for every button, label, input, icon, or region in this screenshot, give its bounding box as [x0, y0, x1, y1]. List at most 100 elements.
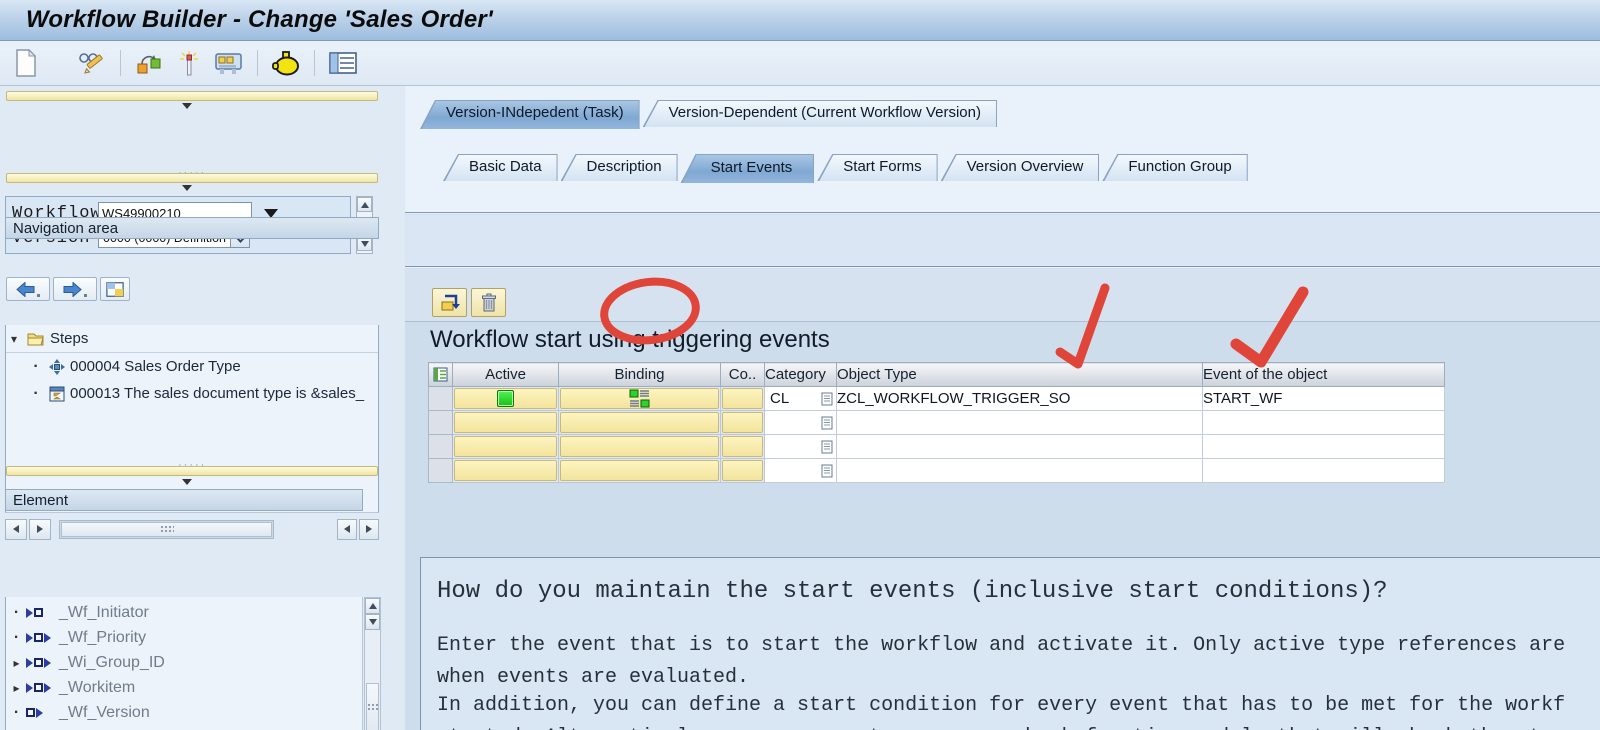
col-header-category[interactable]: Category — [764, 362, 837, 387]
parameter-import-export-icon — [26, 632, 56, 643]
value-help-icon[interactable] — [821, 464, 833, 478]
insert-line-button[interactable] — [432, 288, 467, 317]
scroll-left-button[interactable] — [5, 518, 27, 540]
table-view-button[interactable] — [327, 47, 359, 79]
forward-arrow-icon — [63, 281, 82, 297]
collapse-caret-icon[interactable] — [182, 479, 192, 485]
tab-version-independent[interactable]: Version-INdepedent (Task) — [420, 100, 640, 129]
scrollbar-thumb[interactable] — [61, 521, 272, 537]
col-header-object-type[interactable]: Object Type — [836, 362, 1203, 387]
active-cell[interactable] — [452, 410, 559, 435]
table-view-icon — [329, 52, 357, 74]
table-row — [428, 410, 1445, 435]
tab-version-dependent[interactable]: Version-Dependent (Current Workflow Vers… — [642, 100, 997, 127]
table-row: CL ZCL_WORKFLOW_TRIGGER_SO START_WF — [428, 386, 1445, 411]
collapse-caret-icon[interactable] — [182, 185, 192, 191]
category-cell[interactable]: CL — [764, 386, 837, 411]
value-help-icon[interactable] — [821, 440, 833, 454]
row-selector[interactable] — [428, 434, 453, 459]
binding-cell[interactable] — [558, 434, 721, 459]
tab-basic-data[interactable]: Basic Data — [443, 154, 558, 181]
active-toggle-icon[interactable] — [497, 390, 514, 407]
tree-node-steps[interactable]: Steps — [6, 325, 378, 352]
new-document-button[interactable] — [10, 47, 42, 79]
tab-version-overview[interactable]: Version Overview — [940, 154, 1100, 181]
element-item[interactable]: _Wf_Version — [6, 700, 362, 725]
forward-button[interactable] — [53, 277, 97, 301]
pane-scroll-left-button[interactable] — [337, 518, 357, 540]
row-selector[interactable] — [428, 386, 453, 411]
collapsed-tray-strip[interactable] — [6, 173, 378, 183]
category-cell[interactable] — [764, 458, 837, 483]
category-cell[interactable] — [764, 410, 837, 435]
tree-node-step-000004[interactable]: 000004 Sales Order Type — [6, 353, 378, 380]
value-help-icon[interactable] — [821, 416, 833, 430]
tab-function-group[interactable]: Function Group — [1102, 154, 1248, 181]
start-condition-button[interactable] — [270, 47, 302, 79]
category-cell[interactable] — [764, 434, 837, 459]
binding-cell[interactable] — [558, 458, 721, 483]
workflow-frames-button[interactable] — [100, 277, 130, 301]
col-header-co[interactable]: Co.. — [720, 362, 765, 387]
row-selector[interactable] — [428, 410, 453, 435]
tab-start-forms[interactable]: Start Forms — [817, 154, 938, 181]
event-cell[interactable]: START_WF — [1202, 386, 1445, 411]
binding-cell[interactable] — [558, 410, 721, 435]
col-header-binding[interactable]: Binding — [558, 362, 721, 387]
condition-cell[interactable] — [720, 386, 765, 411]
scroll-up-button[interactable] — [365, 598, 380, 614]
help-paragraph-2: In addition, you can define a start cond… — [437, 694, 1566, 730]
element-list-scrollbar[interactable] — [364, 597, 381, 730]
workflow-graphic-button[interactable] — [133, 47, 165, 79]
active-cell[interactable] — [452, 434, 559, 459]
scrollbar-thumb[interactable] — [366, 682, 379, 730]
tab-description[interactable]: Description — [560, 154, 678, 181]
binding-exists-icon — [629, 389, 649, 408]
collapsed-tray-strip[interactable] — [6, 466, 378, 476]
tree-node-step-000013[interactable]: 000013 The sales document type is &sales… — [6, 380, 378, 407]
object-type-cell[interactable]: ZCL_WORKFLOW_TRIGGER_SO — [836, 386, 1203, 411]
object-type-cell[interactable] — [836, 434, 1203, 459]
object-type-cell[interactable] — [836, 458, 1203, 483]
binding-cell[interactable] — [558, 386, 721, 411]
event-cell[interactable] — [1202, 458, 1445, 483]
collapsed-tray-strip[interactable] — [6, 91, 378, 101]
pane-scroll-right-button[interactable] — [359, 518, 379, 540]
condition-cell[interactable] — [720, 458, 765, 483]
back-arrow-icon — [16, 281, 35, 297]
back-button[interactable] — [6, 277, 50, 301]
element-item[interactable]: _Wf_Initiator — [6, 600, 362, 625]
condition-cell[interactable] — [720, 410, 765, 435]
element-item[interactable]: _Workitem — [6, 675, 362, 700]
row-selector[interactable] — [428, 458, 453, 483]
event-cell[interactable] — [1202, 434, 1445, 459]
help-heading: How do you maintain the start events (in… — [437, 578, 1388, 605]
object-type-cell[interactable] — [836, 410, 1203, 435]
condition-cell[interactable] — [720, 434, 765, 459]
expander-icon[interactable] — [10, 656, 23, 670]
test-workflow-button[interactable] — [173, 47, 205, 79]
table-select-all-header[interactable] — [428, 362, 453, 387]
collapse-caret-icon[interactable] — [182, 103, 192, 109]
col-header-event[interactable]: Event of the object — [1202, 362, 1445, 387]
title-bar: Workflow Builder - Change 'Sales Order' — [0, 0, 1600, 41]
tab-start-events[interactable]: Start Events — [680, 154, 815, 183]
active-cell[interactable] — [452, 386, 559, 411]
element-item[interactable]: _Wi_Group_ID — [6, 650, 362, 675]
delete-line-button[interactable] — [471, 288, 506, 317]
collapse-toggle-icon[interactable] — [6, 332, 22, 346]
element-item[interactable]: _Predecessor_Wi — [6, 725, 362, 730]
col-header-active[interactable]: Active — [452, 362, 559, 387]
scroll-right-button[interactable] — [29, 518, 51, 540]
element-header: Element — [5, 489, 363, 511]
element-item[interactable]: _Wf_Priority — [6, 625, 362, 650]
scrollbar-track[interactable] — [59, 519, 274, 539]
event-cell[interactable] — [1202, 410, 1445, 435]
display-change-button[interactable] — [76, 47, 108, 79]
section-title: Workflow start using triggering events — [430, 326, 830, 353]
active-cell[interactable] — [452, 458, 559, 483]
value-help-icon[interactable] — [821, 392, 833, 406]
expander-icon[interactable] — [10, 681, 23, 695]
scroll-down-button[interactable] — [365, 614, 380, 630]
workbench-button[interactable] — [213, 47, 245, 79]
